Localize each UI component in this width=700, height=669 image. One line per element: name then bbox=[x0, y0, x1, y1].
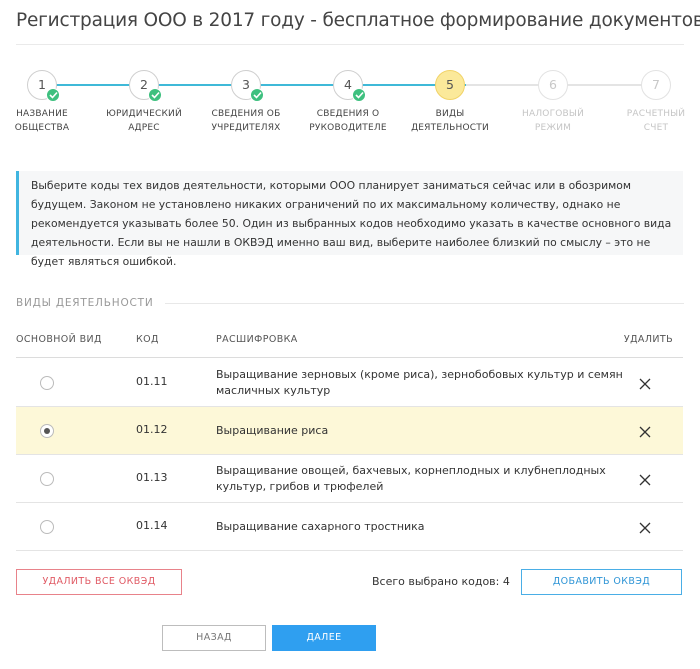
step-number: 2 bbox=[140, 77, 148, 92]
check-icon bbox=[148, 88, 162, 102]
step-number: 5 bbox=[446, 77, 454, 92]
header-main: ОСНОВНОЙ ВИД bbox=[16, 334, 102, 345]
back-button[interactable]: НАЗАД bbox=[162, 625, 266, 651]
header-desc: РАСШИФРОВКА bbox=[216, 334, 298, 345]
close-icon[interactable] bbox=[638, 376, 652, 390]
add-okved-button[interactable]: ДОБАВИТЬ ОКВЭД bbox=[521, 569, 682, 595]
step-circle: 3 bbox=[231, 70, 264, 102]
progress-stepper: 1 НАЗВАНИЕ ОБЩЕСТВА 2 ЮРИДИЧЕСКИЙ АДРЕС 3 … bbox=[0, 70, 700, 140]
main-activity-radio[interactable] bbox=[40, 520, 54, 534]
close-icon[interactable] bbox=[638, 520, 652, 534]
main-activity-radio[interactable] bbox=[40, 376, 54, 390]
page-title: Регистрация ООО в 2017 году - бесплатное… bbox=[16, 10, 700, 31]
table-row: 01.13 Выращивание овощей, бахчевых, корн… bbox=[16, 455, 683, 503]
step-circle: 4 bbox=[333, 70, 366, 102]
close-icon[interactable] bbox=[638, 424, 652, 438]
okved-description: Выращивание овощей, бахчевых, корнеплодн… bbox=[216, 464, 606, 493]
step-4[interactable]: 4 СВЕДЕНИЯ О РУКОВОДИТЕЛЕ bbox=[298, 70, 398, 135]
main-activity-radio[interactable] bbox=[40, 424, 54, 438]
step-number: 1 bbox=[38, 77, 46, 92]
step-label: НАЗВАНИЕ ОБЩЕСТВА bbox=[14, 109, 70, 133]
step-6: 6 НАЛОГОВЫЙ РЕЖИМ bbox=[503, 70, 603, 135]
step-label: РАСЧЕТНЫЙ СЧЕТ bbox=[626, 109, 686, 133]
step-circle: 6 bbox=[538, 70, 568, 100]
close-icon[interactable] bbox=[638, 472, 652, 486]
table-row: 01.11 Выращивание зерновых (кроме риса),… bbox=[16, 359, 683, 407]
step-number: 6 bbox=[549, 77, 557, 92]
delete-all-button[interactable]: УДАЛИТЬ ВСЕ ОКВЭД bbox=[16, 569, 182, 595]
table-header: ОСНОВНОЙ ВИД КОД РАСШИФРОВКА УДАЛИТЬ bbox=[16, 334, 683, 358]
step-circle: 7 bbox=[641, 70, 671, 100]
step-circle: 1 bbox=[27, 70, 60, 102]
okved-code: 01.13 bbox=[136, 471, 168, 484]
okved-description: Выращивание сахарного тростника bbox=[216, 520, 425, 533]
step-1[interactable]: 1 НАЗВАНИЕ ОБЩЕСТВА bbox=[0, 70, 92, 135]
next-button[interactable]: ДАЛЕЕ bbox=[272, 625, 376, 651]
step-number: 3 bbox=[242, 77, 250, 92]
okved-code: 01.11 bbox=[136, 375, 168, 388]
okved-code: 01.12 bbox=[136, 423, 168, 436]
check-icon bbox=[352, 88, 366, 102]
table-row: 01.14 Выращивание сахарного тростника bbox=[16, 503, 683, 551]
check-icon bbox=[250, 88, 264, 102]
title-divider bbox=[16, 44, 684, 45]
step-7: 7 РАСЧЕТНЫЙ СЧЕТ bbox=[606, 70, 700, 135]
step-2[interactable]: 2 ЮРИДИЧЕСКИЙ АДРЕС bbox=[94, 70, 194, 135]
header-code: КОД bbox=[136, 334, 159, 345]
section-divider bbox=[165, 303, 684, 304]
check-icon bbox=[46, 88, 60, 102]
step-label: ЮРИДИЧЕСКИЙ АДРЕС bbox=[106, 109, 182, 133]
okved-description: Выращивание зерновых (кроме риса), зерно… bbox=[216, 368, 623, 397]
main-activity-radio[interactable] bbox=[40, 472, 54, 486]
okved-description: Выращивание риса bbox=[216, 424, 329, 437]
step-number: 4 bbox=[344, 77, 352, 92]
info-callout: Выберите коды тех видов деятельности, ко… bbox=[16, 171, 683, 268]
step-label: СВЕДЕНИЯ О РУКОВОДИТЕЛЕ bbox=[309, 109, 387, 133]
selected-count: Всего выбрано кодов: 4 bbox=[372, 575, 510, 588]
step-label: СВЕДЕНИЯ ОБ УЧРЕДИТЕЛЯХ bbox=[211, 109, 281, 133]
step-3[interactable]: 3 СВЕДЕНИЯ ОБ УЧРЕДИТЕЛЯХ bbox=[196, 70, 296, 135]
header-delete: УДАЛИТЬ bbox=[623, 334, 673, 345]
step-number: 7 bbox=[652, 77, 660, 92]
step-label: НАЛОГОВЫЙ РЕЖИМ bbox=[522, 109, 584, 133]
okved-code: 01.14 bbox=[136, 519, 168, 532]
step-5[interactable]: 5 ВИДЫ ДЕЯТЕЛЬНОСТИ bbox=[400, 70, 500, 135]
step-circle: 5 bbox=[435, 70, 465, 100]
step-label: ВИДЫ ДЕЯТЕЛЬНОСТИ bbox=[411, 109, 489, 133]
table-row: 01.12 Выращивание риса bbox=[16, 407, 683, 455]
section-title: ВИДЫ ДЕЯТЕЛЬНОСТИ bbox=[16, 297, 154, 309]
step-circle: 2 bbox=[129, 70, 162, 102]
